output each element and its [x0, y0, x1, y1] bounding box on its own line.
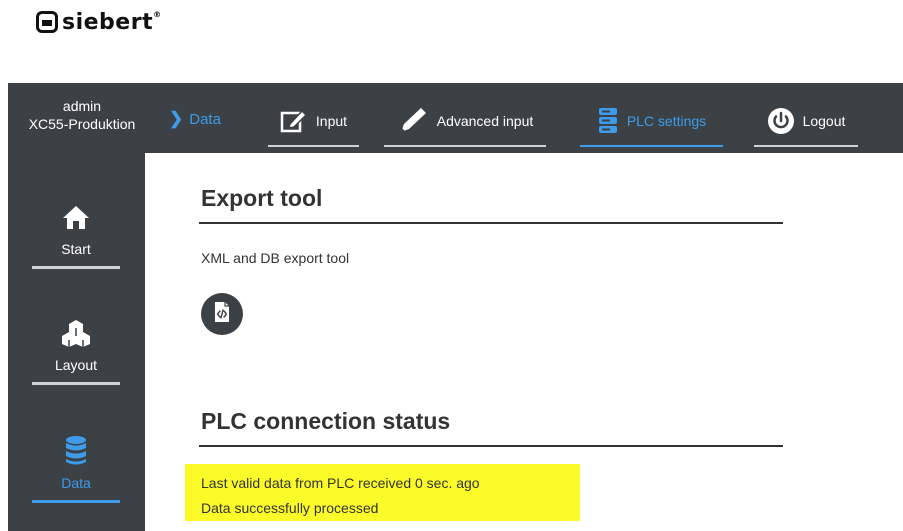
export-tool-title: Export tool: [201, 185, 323, 211]
plc-status-highlight: Last valid data from PLC received 0 sec.…: [185, 464, 580, 521]
export-tool-divider: [199, 222, 783, 224]
nav-advanced-input-underline: [384, 145, 546, 147]
plc-status-line-1: Last valid data from PLC received 0 sec.…: [201, 475, 480, 491]
sidebar-item-layout[interactable]: Layout: [32, 277, 120, 385]
nav-advanced-input-label: Advanced input: [436, 113, 534, 129]
export-tool-description: XML and DB export tool: [201, 250, 350, 266]
sidebar: Start Layout Data: [8, 153, 145, 531]
sidebar-item-data[interactable]: Data: [32, 395, 120, 503]
nav-plc-settings-label: PLC settings: [626, 113, 707, 129]
nav-logout[interactable]: Logout: [754, 99, 858, 147]
siebert-logo: siebert®: [36, 6, 162, 38]
nav-plc-settings[interactable]: PLC settings: [580, 99, 723, 147]
main-nav: ❯ Data Input Advanced input PLC settings…: [156, 83, 903, 153]
nav-input-label: Input: [315, 113, 348, 129]
sidebar-item-start-underline: [32, 266, 120, 269]
edit-icon: [280, 108, 308, 134]
user-name: admin: [62, 98, 102, 114]
pencil-icon: [397, 106, 429, 136]
power-icon: [767, 107, 795, 135]
siebert-logo-mark: [36, 11, 58, 33]
plc-status-title: PLC connection status: [201, 408, 451, 434]
breadcrumb-label: Data: [189, 110, 221, 128]
plc-status-line-2: Data successfully processed: [201, 500, 379, 516]
database-icon: [32, 433, 120, 469]
sidebar-item-start[interactable]: Start: [32, 161, 120, 269]
sidebar-item-data-label: Data: [61, 475, 91, 491]
nav-logout-underline: [754, 145, 858, 147]
nav-advanced-input[interactable]: Advanced input: [384, 99, 546, 147]
sidebar-item-layout-label: Layout: [54, 357, 98, 373]
home-icon: [32, 199, 120, 235]
plc-status-divider: [199, 445, 783, 447]
nav-plc-settings-underline: [580, 145, 723, 147]
chevron-right-icon: ❯: [169, 109, 184, 128]
nav-input[interactable]: Input: [268, 99, 359, 147]
main-content: Export tool XML and DB export tool PLC c…: [145, 153, 903, 531]
cubes-icon: [32, 315, 120, 351]
server-icon: [597, 107, 619, 135]
nav-input-underline: [268, 145, 359, 147]
export-button[interactable]: [201, 293, 243, 335]
device-name: XC55-Produktion: [28, 116, 136, 132]
code-file-icon: [213, 301, 231, 328]
top-navigation-bar: admin XC55-Produktion ❯ Data Input Advan…: [8, 83, 903, 153]
sidebar-item-start-label: Start: [61, 241, 91, 257]
breadcrumb[interactable]: ❯ Data: [169, 109, 221, 129]
user-info: admin XC55-Produktion: [8, 83, 156, 153]
sidebar-item-layout-underline: [32, 382, 120, 385]
sidebar-item-data-underline: [32, 500, 120, 503]
nav-logout-label: Logout: [802, 113, 846, 129]
logo-text: siebert®: [62, 9, 162, 35]
